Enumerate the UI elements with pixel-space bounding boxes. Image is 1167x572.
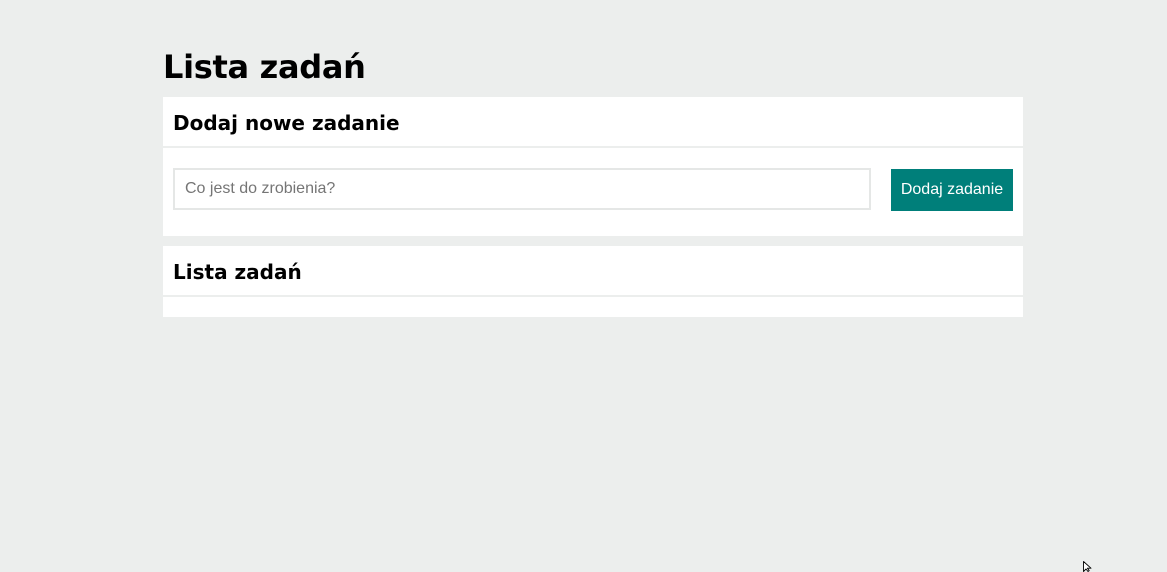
app-page: Lista zadań Dodaj nowe zadanie Dodaj zad… [0,0,1167,572]
add-task-button[interactable]: Dodaj zadanie [891,169,1013,211]
task-list-panel: Lista zadań [163,246,1023,317]
task-list [163,297,1023,317]
main-container: Lista zadań Dodaj nowe zadanie Dodaj zad… [163,44,1023,317]
page-title: Lista zadań [163,48,366,86]
task-input[interactable] [173,168,871,210]
add-task-panel: Dodaj nowe zadanie Dodaj zadanie [163,97,1023,236]
task-list-heading: Lista zadań [163,246,1023,297]
mouse-pointer-icon [1083,561,1092,572]
add-task-form: Dodaj zadanie [163,148,1023,236]
add-task-heading: Dodaj nowe zadanie [163,97,1023,148]
